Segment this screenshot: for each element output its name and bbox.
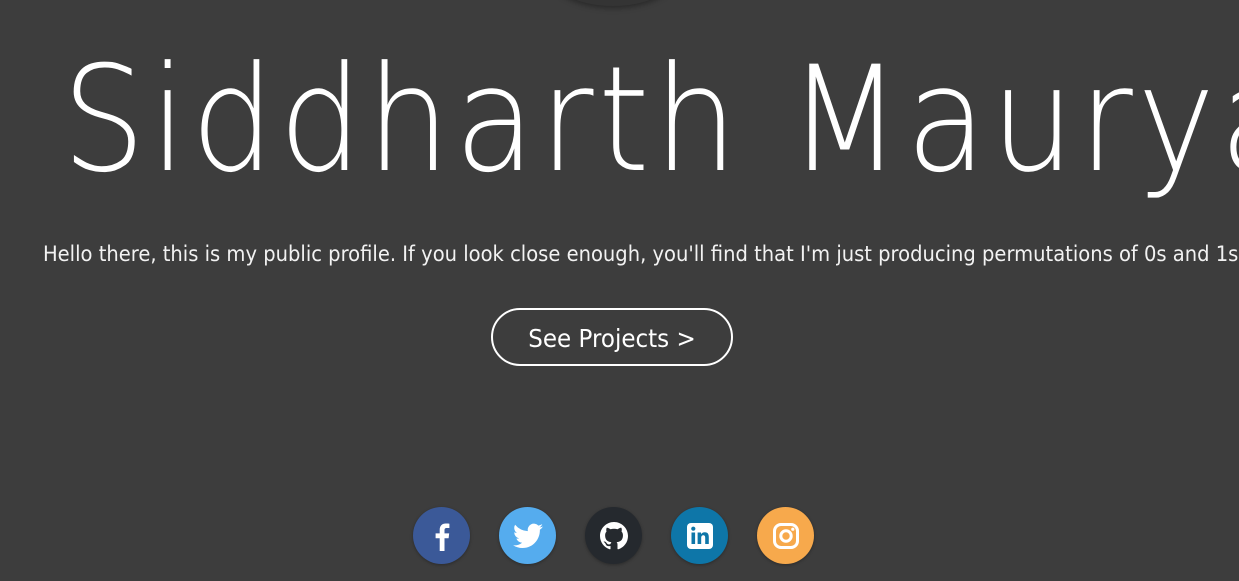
github-link[interactable]	[585, 507, 642, 564]
instagram-link[interactable]	[757, 507, 814, 564]
facebook-icon	[435, 523, 449, 551]
page: Siddharth Maurya Hello there, this is my…	[0, 0, 1239, 581]
see-projects-button[interactable]: See Projects >	[491, 308, 733, 366]
github-icon	[599, 521, 628, 549]
avatar	[543, 0, 683, 6]
social-links	[413, 507, 815, 564]
see-projects-label: See Projects >	[528, 324, 696, 353]
instagram-icon	[772, 522, 799, 549]
profile-name: Siddharth Maurya	[62, 35, 1239, 205]
twitter-link[interactable]	[499, 507, 556, 564]
twitter-icon	[512, 523, 543, 548]
linkedin-link[interactable]	[671, 507, 728, 564]
facebook-link[interactable]	[413, 507, 470, 564]
linkedin-icon	[686, 522, 713, 549]
profile-tagline: Hello there, this is my public profile. …	[42, 242, 1239, 266]
